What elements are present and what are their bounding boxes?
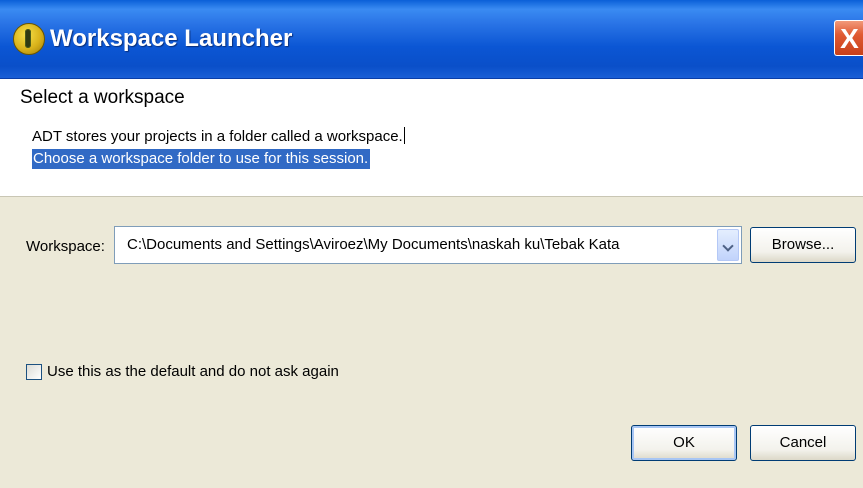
- cancel-button[interactable]: Cancel: [750, 425, 856, 461]
- workspace-launcher-dialog: Workspace Launcher X Select a workspace …: [0, 0, 863, 488]
- dialog-message: ADT stores your projects in a folder cal…: [32, 127, 405, 145]
- adt-app-icon: [13, 23, 45, 55]
- dialog-message-text: ADT stores your projects in a folder cal…: [32, 128, 403, 145]
- text-cursor: [403, 127, 405, 144]
- title-bar[interactable]: Workspace Launcher X: [0, 0, 863, 79]
- chevron-down-icon[interactable]: [717, 229, 739, 261]
- browse-button[interactable]: Browse...: [750, 227, 856, 263]
- workspace-label: Workspace:: [26, 238, 105, 255]
- close-button[interactable]: X: [834, 20, 863, 56]
- default-workspace-checkbox[interactable]: [26, 364, 42, 380]
- workspace-combo[interactable]: C:\Documents and Settings\Aviroez\My Doc…: [114, 226, 742, 264]
- workspace-path-value[interactable]: C:\Documents and Settings\Aviroez\My Doc…: [127, 236, 619, 253]
- ok-button[interactable]: OK: [631, 425, 737, 461]
- default-workspace-checkbox-label[interactable]: Use this as the default and do not ask a…: [47, 363, 339, 380]
- window-title: Workspace Launcher: [50, 25, 293, 52]
- dialog-message-selected: Choose a workspace folder to use for thi…: [32, 149, 371, 169]
- dialog-header-title: Select a workspace: [20, 87, 185, 108]
- dialog-header: Select a workspace ADT stores your proje…: [0, 79, 863, 197]
